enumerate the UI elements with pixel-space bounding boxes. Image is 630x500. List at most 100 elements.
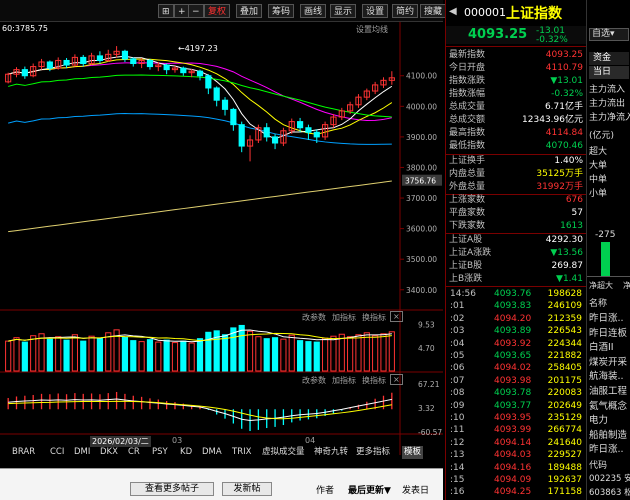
vol-add-indicator[interactable]: 加指标: [332, 312, 356, 323]
ma-settings-link[interactable]: 设置均线: [356, 24, 388, 35]
tick-time: :13: [450, 450, 465, 461]
sector-item[interactable]: 航海装..: [589, 368, 624, 382]
pin-icon[interactable]: ⊞: [158, 4, 174, 18]
indicator-tab[interactable]: DMA: [200, 446, 224, 459]
watchlist-dropdown[interactable]: 自选▾: [589, 28, 629, 41]
view-more-posts-button[interactable]: 查看更多帖子: [130, 482, 214, 496]
indicator-tab[interactable]: CCI: [48, 446, 66, 459]
volume-bar: [21, 341, 28, 372]
quote-value: 35125万手: [536, 169, 583, 179]
draw-line-button[interactable]: 画线: [300, 4, 327, 18]
volume-bar: [330, 335, 337, 372]
tick-row[interactable]: :15 4094.09 192637: [446, 474, 586, 487]
tick-row[interactable]: :02 4094.20 212359: [446, 313, 586, 326]
quote-value: ▼13.56: [550, 248, 583, 258]
code-row[interactable]: 603863 松: [589, 486, 630, 498]
quote-row: 平盘家数 57: [446, 207, 586, 220]
sector-item[interactable]: 油服工程: [589, 383, 627, 397]
quote-panel: ◀ 000001 上证指数 4093.25 -13.01 -0.32% 最新指数…: [445, 0, 586, 500]
sector-item[interactable]: 氦气概念: [589, 398, 627, 412]
volume-bar: [363, 332, 370, 372]
tick-row[interactable]: :01 4093.83 246109: [446, 300, 586, 313]
tick-row[interactable]: :13 4094.03 229527: [446, 449, 586, 462]
sector-item[interactable]: 昨日涨..: [589, 310, 624, 324]
volume-bar: [196, 338, 204, 372]
indicator-tab[interactable]: PSY: [150, 446, 170, 459]
sector-item[interactable]: 昨日涨..: [589, 441, 624, 455]
quote-row: 内盘总量 35125万手: [446, 168, 586, 181]
tick-row[interactable]: :04 4093.92 224344: [446, 338, 586, 351]
tick-price: 4093.83: [494, 301, 532, 312]
indicator-tab[interactable]: TRIX: [230, 446, 253, 459]
indicator-tab[interactable]: 神奇九转: [312, 446, 350, 459]
macd-change-params[interactable]: 改参数: [302, 375, 326, 386]
publish-date-header[interactable]: 发表日: [402, 483, 429, 496]
sector-item[interactable]: 电力: [589, 412, 608, 426]
sector-item[interactable]: 煤炭开采: [589, 354, 627, 368]
tick-row[interactable]: :09 4093.77 202649: [446, 400, 586, 413]
tick-row[interactable]: :07 4093.98 201175: [446, 375, 586, 388]
tick-row[interactable]: :12 4094.14 241640: [446, 437, 586, 450]
template-tab[interactable]: 模板: [402, 446, 424, 459]
volume-bar: [355, 334, 362, 372]
tick-row[interactable]: :10 4093.95 235129: [446, 412, 586, 425]
high-marker-value: 4197.23: [184, 44, 218, 53]
author-header[interactable]: 作者: [316, 483, 334, 496]
display-button[interactable]: 显示: [330, 4, 357, 18]
macd-switch-indicator[interactable]: 换指标: [362, 375, 386, 386]
tick-volume: 171158: [547, 487, 582, 498]
tick-price: 4093.89: [494, 326, 532, 337]
vol-change-params[interactable]: 改参数: [302, 312, 326, 323]
indicator-tab[interactable]: DMI: [72, 446, 92, 459]
last-update-header[interactable]: 最后更新▼: [348, 483, 391, 496]
new-post-button[interactable]: 发新帖: [222, 482, 272, 496]
vol-switch-indicator[interactable]: 换指标: [362, 312, 386, 323]
tick-row[interactable]: :05 4093.65 221882: [446, 350, 586, 363]
indicator-tab[interactable]: DKX: [98, 446, 120, 459]
simple-button[interactable]: 简约: [392, 4, 419, 18]
vol-close-icon[interactable]: ×: [390, 311, 403, 322]
kline-chart-area[interactable]: 4100.00 4000.00 3900.00 3800.00 3700.00 3600.…: [0, 22, 443, 455]
macd-add-indicator[interactable]: 加指标: [332, 375, 356, 386]
tick-row[interactable]: 14:56 4093.76 198628: [446, 288, 586, 301]
tick-row[interactable]: :14 4094.16 189488: [446, 462, 586, 475]
kline-chart[interactable]: 4100.00 4000.00 3900.00 3800.00 3700.00 3600.…: [0, 22, 443, 455]
quote-row: 最高指数 4114.84: [446, 127, 586, 140]
candle-body: [271, 136, 279, 144]
macd-close-icon[interactable]: ×: [390, 374, 403, 385]
adjust-button[interactable]: 复权: [204, 4, 231, 18]
tick-volume: 192637: [547, 475, 582, 485]
zoom-out-button[interactable]: −: [188, 4, 204, 18]
tick-row[interactable]: :16 4094.25 171158: [446, 486, 586, 499]
volume-bar: [230, 327, 237, 372]
tab-funds[interactable]: 资金: [589, 52, 629, 65]
sector-item[interactable]: 昨日连板: [589, 325, 627, 339]
indicator-tab[interactable]: BRAR: [10, 446, 37, 459]
quote-row: 指数涨幅 -0.32%: [446, 88, 586, 101]
tick-row[interactable]: :08 4093.78 220083: [446, 387, 586, 400]
collect-button[interactable]: 搜藏: [420, 4, 447, 18]
chips-button[interactable]: 筹码: [268, 4, 295, 18]
tick-row[interactable]: :11 4093.99 266774: [446, 424, 586, 437]
forum-bar: 查看更多帖子 发新帖 作者 最后更新▼ 发表日: [0, 468, 443, 500]
overlay-button[interactable]: 叠加: [236, 4, 263, 18]
ma-line-long: [8, 113, 392, 145]
tick-row[interactable]: :03 4093.89 226543: [446, 325, 586, 338]
settings-button[interactable]: 设置: [362, 4, 389, 18]
indicator-tab[interactable]: 虚拟成交量: [260, 446, 307, 459]
tick-volume: 229527: [547, 450, 582, 461]
volume-bar: [180, 340, 187, 372]
sector-item[interactable]: 白酒II: [589, 339, 614, 353]
tick-volume: 246109: [547, 301, 582, 312]
sector-item[interactable]: 船舶制造: [589, 427, 627, 441]
tick-row[interactable]: :06 4094.02 258405: [446, 362, 586, 375]
prev-arrow-icon[interactable]: ◀: [449, 6, 457, 17]
indicator-tab[interactable]: 更多指标: [354, 446, 392, 459]
quote-label: 今日开盘: [449, 63, 486, 73]
code-row[interactable]: 002235 安: [589, 472, 630, 484]
indicator-tab[interactable]: CR: [126, 446, 142, 459]
tab-today[interactable]: 当日: [589, 66, 629, 79]
indicator-tab[interactable]: KD: [178, 446, 194, 459]
price-tick-label: 3500.00: [406, 255, 437, 264]
macd-tick-label: 3.32: [418, 404, 435, 413]
